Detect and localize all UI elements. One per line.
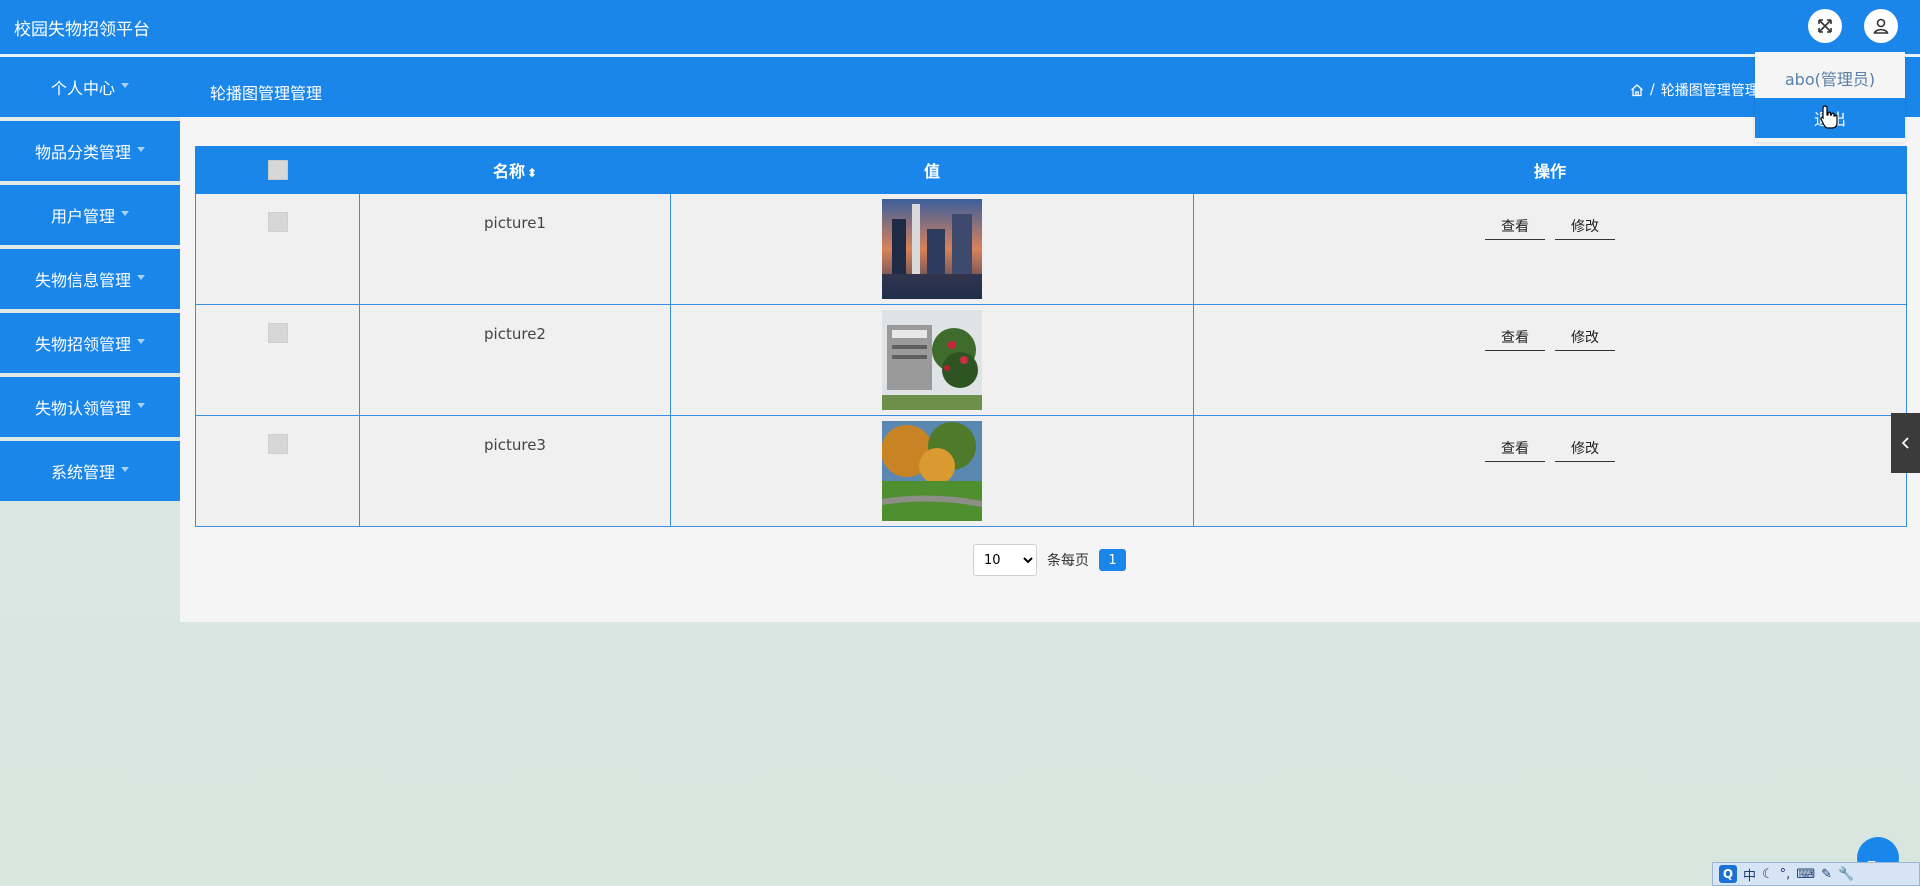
ime-logo-icon[interactable]: Q <box>1719 865 1737 883</box>
picture-thumbnail[interactable] <box>882 421 982 521</box>
sidebar: 个人中心 物品分类管理 用户管理 失物信息管理 失物招领管理 失物认领管理 系统… <box>0 57 180 505</box>
value-cell <box>670 304 1194 416</box>
sidebar-item-label: 物品分类管理 <box>34 143 131 162</box>
app-title: 校园失物招领平台 <box>14 20 150 40</box>
row-name: picture1 <box>484 214 546 232</box>
caret-down-icon <box>137 402 145 408</box>
actions-cell: 查看 修改 <box>1193 415 1907 527</box>
sidebar-item-label: 用户管理 <box>50 207 115 226</box>
caret-down-icon <box>121 82 129 88</box>
row-select-cell <box>195 415 360 527</box>
view-button[interactable]: 查看 <box>1485 212 1545 240</box>
ime-toolbar: Q 中 ☾ °, ⌨ ✎ 🔧 <box>1712 862 1920 886</box>
row-checkbox[interactable] <box>267 212 288 232</box>
table-row: picture3 查看 修改 <box>195 415 1907 527</box>
page-size-select[interactable]: 10 <box>973 544 1037 576</box>
fullscreen-button[interactable] <box>1808 9 1842 43</box>
caret-down-icon <box>121 466 129 472</box>
column-header-actions: 操作 <box>1193 146 1907 194</box>
punctuation-icon[interactable]: °, <box>1780 867 1791 882</box>
user-icon <box>1873 18 1889 34</box>
picture-thumbnail[interactable] <box>882 199 982 299</box>
name-cell: picture2 <box>359 304 671 416</box>
user-name: abo(管理员) <box>1784 70 1876 89</box>
actions-cell: 查看 修改 <box>1193 193 1907 305</box>
ime-mode[interactable]: 中 <box>1743 865 1756 884</box>
page-title: 轮播图管理管理 <box>210 84 323 103</box>
user-avatar-button[interactable] <box>1864 9 1898 43</box>
sidebar-item-user-management[interactable]: 用户管理 <box>0 185 180 245</box>
content-header: 轮播图管理管理 / 轮播图管理管理 <box>180 57 1920 117</box>
view-button[interactable]: 查看 <box>1485 323 1545 351</box>
column-header-label: 名称 <box>492 162 525 181</box>
handwriting-icon[interactable]: ✎ <box>1821 867 1832 882</box>
side-panel-toggle[interactable] <box>1891 413 1920 473</box>
sidebar-item-found-management[interactable]: 失物招领管理 <box>0 313 180 373</box>
sidebar-item-label: 个人中心 <box>50 79 115 98</box>
row-select-cell <box>195 304 360 416</box>
sort-icon[interactable]: ⬍ <box>527 166 537 180</box>
row-checkbox[interactable] <box>267 434 288 454</box>
pagination: 10 条每页 1 <box>973 544 1126 576</box>
sidebar-item-label: 失物认领管理 <box>34 399 131 418</box>
page-number-button[interactable]: 1 <box>1099 549 1126 571</box>
value-cell <box>670 193 1194 305</box>
keyboard-icon[interactable]: ⌨ <box>1796 867 1815 882</box>
breadcrumb-current: 轮播图管理管理 <box>1660 83 1759 99</box>
data-table: 名称 ⬍ 值 操作 picture1 查看 修改 picture2 查看 修改 … <box>195 146 1907 527</box>
caret-down-icon <box>137 338 145 344</box>
sidebar-item-category-management[interactable]: 物品分类管理 <box>0 121 180 181</box>
edit-button[interactable]: 修改 <box>1555 212 1615 240</box>
view-button[interactable]: 查看 <box>1485 434 1545 462</box>
column-header-name[interactable]: 名称 ⬍ <box>359 146 671 194</box>
top-bar: 校园失物招领平台 <box>0 0 1920 57</box>
sidebar-item-claim-management[interactable]: 失物认领管理 <box>0 377 180 437</box>
select-all-cell <box>195 146 360 194</box>
row-name: picture3 <box>484 436 546 454</box>
table-header-row: 名称 ⬍ 值 操作 <box>195 146 1907 194</box>
picture-thumbnail[interactable] <box>882 310 982 410</box>
chevron-left-icon <box>1901 437 1909 449</box>
select-all-checkbox[interactable] <box>267 160 288 181</box>
sidebar-item-label: 失物信息管理 <box>34 271 131 290</box>
edit-button[interactable]: 修改 <box>1555 434 1615 462</box>
sidebar-item-system-management[interactable]: 系统管理 <box>0 441 180 501</box>
row-name: picture2 <box>484 325 546 343</box>
per-page-label: 条每页 <box>1047 553 1089 569</box>
column-header-value: 值 <box>670 146 1194 194</box>
sidebar-item-label: 失物招领管理 <box>34 335 131 354</box>
home-icon[interactable] <box>1630 83 1644 97</box>
sidebar-item-lost-info-management[interactable]: 失物信息管理 <box>0 249 180 309</box>
sidebar-item-personal-center[interactable]: 个人中心 <box>0 57 180 117</box>
sidebar-item-label: 系统管理 <box>50 463 115 482</box>
fullscreen-icon <box>1818 19 1832 33</box>
name-cell: picture3 <box>359 415 671 527</box>
table-row: picture2 查看 修改 <box>195 304 1907 416</box>
table-row: picture1 查看 修改 <box>195 193 1907 305</box>
value-cell <box>670 415 1194 527</box>
name-cell: picture1 <box>359 193 671 305</box>
breadcrumb: / 轮播图管理管理 <box>1630 80 1759 100</box>
edit-button[interactable]: 修改 <box>1555 323 1615 351</box>
caret-down-icon <box>137 274 145 280</box>
actions-cell: 查看 修改 <box>1193 304 1907 416</box>
row-checkbox[interactable] <box>267 323 288 343</box>
wrench-icon[interactable]: 🔧 <box>1838 867 1854 882</box>
caret-down-icon <box>121 210 129 216</box>
hand-cursor-icon <box>1820 105 1838 129</box>
moon-icon[interactable]: ☾ <box>1762 867 1774 882</box>
caret-down-icon <box>137 146 145 152</box>
breadcrumb-separator: / <box>1650 82 1655 98</box>
row-select-cell <box>195 193 360 305</box>
